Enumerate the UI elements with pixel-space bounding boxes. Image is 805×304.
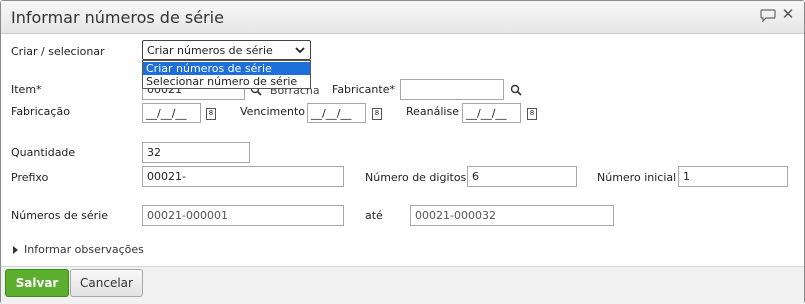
vencimento-value: __/__/__ [311,107,352,120]
reanalise-date-input[interactable]: __/__/__ [462,103,521,123]
reanalise-calendar-icon[interactable]: 8 [527,108,537,120]
criar-selecionar-select[interactable]: Criar números de série [142,40,311,60]
numeros-serie-to-input[interactable]: 00021-000032 [410,205,614,226]
expand-triangle-icon[interactable] [13,246,18,254]
item-label: Item* [11,83,42,96]
numeros-serie-label: Números de série [11,209,109,222]
quantidade-label: Quantidade [11,146,76,159]
option-selecionar-numero[interactable]: Selecionar número de série [143,75,310,88]
dialog-title: Informar números de série [11,8,224,27]
criar-selecionar-label: Criar / selecionar [11,45,105,58]
option-criar-numeros[interactable]: Criar números de série [143,62,310,75]
prefixo-value: 00021- [147,170,186,183]
vencimento-label: Vencimento [240,105,306,118]
quantidade-value: 32 [147,146,161,159]
numeros-serie-from-input[interactable]: 00021-000001 [142,205,344,226]
numero-inicial-label: Número inicial [597,171,677,184]
numero-inicial-value: 1 [683,170,690,183]
numero-inicial-input[interactable]: 1 [678,166,788,187]
criar-selecionar-dropdown: Criar números de série Selecionar número… [142,60,311,89]
prefixo-input[interactable]: 00021- [142,166,344,187]
vencimento-date-input[interactable]: __/__/__ [307,103,366,123]
chat-bubble-icon[interactable] [760,9,776,22]
fabricacao-label: Fabricação [11,105,70,118]
fabricacao-date-input[interactable]: __/__/__ [142,103,201,123]
cancel-button[interactable]: Cancelar [70,269,143,297]
save-button[interactable]: Salvar [5,269,69,297]
numeros-serie-from-value: 00021-000001 [147,209,228,222]
fabricante-label: Fabricante* [332,83,395,96]
quantidade-input[interactable]: 32 [142,142,250,163]
close-icon[interactable]: ✕ [780,6,796,22]
fabricante-search-icon[interactable] [510,84,522,96]
numeros-serie-to-value: 00021-000032 [415,209,496,222]
fabricante-input[interactable] [400,79,504,100]
numero-digitos-label: Número de digitos [365,171,467,184]
reanalise-label: Reanálise [406,105,459,118]
dialog-titlebar: Informar números de série ✕ [1,1,804,34]
dialog [0,0,805,304]
fabricacao-value: __/__/__ [146,107,187,120]
numero-digitos-input[interactable]: 6 [467,166,577,187]
criar-selecionar-value: Criar números de série [147,44,273,57]
prefixo-label: Prefixo [11,171,49,184]
reanalise-value: __/__/__ [466,107,507,120]
fabricacao-calendar-icon[interactable]: 8 [206,108,216,120]
ate-label: até [365,209,383,222]
vencimento-calendar-icon[interactable]: 8 [372,108,382,120]
numero-digitos-value: 6 [472,170,479,183]
chevron-down-icon [295,47,305,54]
informar-observacoes-toggle[interactable]: Informar observações [24,243,144,256]
